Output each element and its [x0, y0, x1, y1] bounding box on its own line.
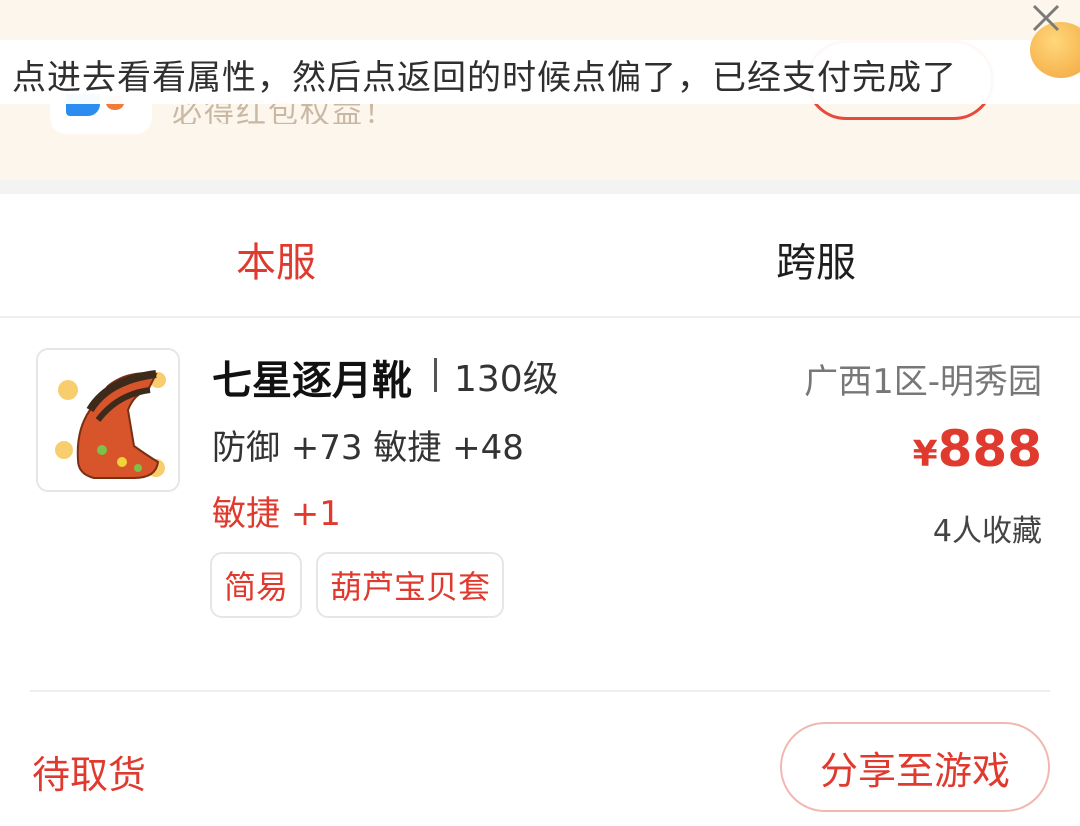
item-extra-stat: 敏捷 +1 [212, 494, 341, 534]
item-level: 130级 [454, 359, 559, 400]
server-tabs: 本服 跨服 [0, 194, 1080, 318]
price-currency: ¥ [912, 434, 938, 475]
comment-overlay: 点进去看看属性，然后点返回的时候点偏了，已经支付完成了 [0, 40, 1080, 104]
close-icon[interactable] [1030, 2, 1062, 34]
tag-simple: 简易 [210, 552, 303, 618]
share-to-game-button[interactable]: 分享至游戏 [780, 722, 1050, 812]
tag-set: 葫芦宝贝套 [316, 552, 505, 618]
order-status: 待取货 [32, 753, 147, 797]
item-stats: 防御 +73 敏捷 +48 [212, 428, 524, 468]
item-name: 七星逐月靴 [212, 358, 412, 404]
item-server: 广西1区-明秀园 [804, 362, 1042, 402]
tab-local-server[interactable]: 本服 [236, 230, 316, 288]
item-separator [434, 358, 437, 392]
divider [30, 690, 1050, 692]
item-tags: 简易 葫芦宝贝套 [210, 552, 505, 618]
favorites-count: 4人收藏 [932, 514, 1042, 549]
item-image[interactable] [36, 348, 180, 492]
section-gap [0, 180, 1080, 194]
item-price: ¥888 [913, 420, 1042, 478]
price-value: 888 [937, 420, 1042, 478]
tab-cross-server[interactable]: 跨服 [776, 230, 856, 288]
comment-text: 点进去看看属性，然后点返回的时候点偏了，已经支付完成了 [12, 58, 957, 98]
boots-icon [55, 370, 166, 479]
